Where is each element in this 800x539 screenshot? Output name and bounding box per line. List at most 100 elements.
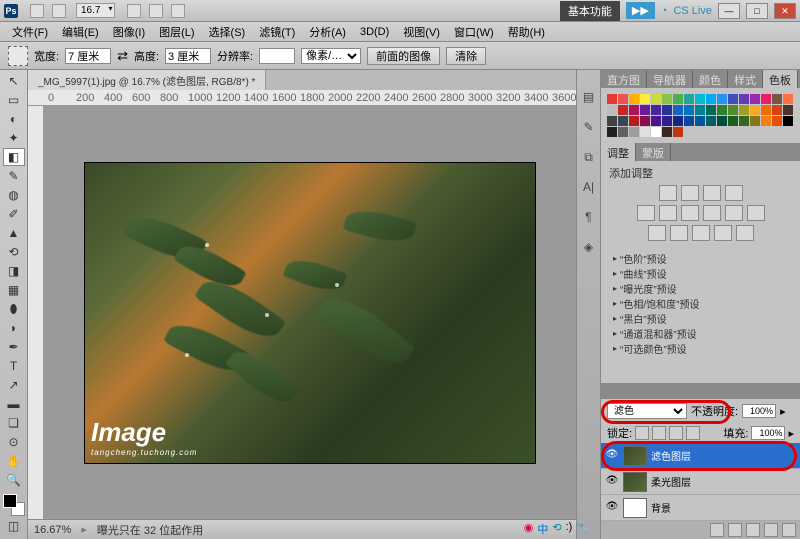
eraser-tool[interactable]: ◨ [3, 262, 25, 280]
menu-file[interactable]: 文件(F) [6, 22, 54, 42]
stamp-tool[interactable]: ▲ [3, 224, 25, 242]
swatch[interactable] [673, 116, 683, 126]
resolution-input[interactable] [259, 48, 295, 64]
trash-icon[interactable] [782, 523, 796, 537]
swatch[interactable] [651, 105, 661, 115]
mixer-icon[interactable] [747, 205, 765, 221]
swatch[interactable] [684, 94, 694, 104]
menu-view[interactable]: 视图(V) [397, 22, 446, 42]
swatch[interactable] [695, 94, 705, 104]
lock-pixel-icon[interactable] [652, 426, 666, 440]
menu-window[interactable]: 窗口(W) [448, 22, 500, 42]
visibility-icon[interactable]: 👁 [605, 449, 619, 463]
swatch[interactable] [618, 94, 628, 104]
blend-mode-select[interactable]: 滤色 [607, 403, 687, 419]
posterize-icon[interactable] [670, 225, 688, 241]
swatch[interactable] [640, 105, 650, 115]
swatch[interactable] [684, 116, 694, 126]
preset-item[interactable]: “黑白”预设 [609, 311, 792, 326]
history-brush-tool[interactable]: ⟲ [3, 243, 25, 261]
swatch[interactable] [640, 94, 650, 104]
fill-input[interactable] [751, 426, 785, 440]
minimize-button[interactable]: — [718, 3, 740, 19]
swatch[interactable] [673, 105, 683, 115]
visibility-icon[interactable]: 👁 [605, 501, 619, 515]
eyedropper-tool[interactable]: ✎ [3, 167, 25, 185]
swatch[interactable] [739, 94, 749, 104]
swatch[interactable] [750, 94, 760, 104]
vibrance-icon[interactable] [637, 205, 655, 221]
swatch[interactable] [618, 116, 628, 126]
menu-3d[interactable]: 3D(D) [354, 24, 395, 40]
swatch[interactable] [640, 116, 650, 126]
hand-icon[interactable] [127, 4, 141, 18]
tab-histogram[interactable]: 直方图 [601, 70, 647, 88]
swatch[interactable] [728, 105, 738, 115]
tab-navigator[interactable]: 导航器 [647, 70, 693, 88]
menu-help[interactable]: 帮助(H) [502, 22, 551, 42]
workspace-switch[interactable]: ▶▶ [626, 2, 655, 19]
zoom-select[interactable]: 16.7 [76, 3, 115, 18]
camera-tool[interactable]: ⊙ [3, 433, 25, 451]
clone-panel-icon[interactable]: ⧉ [581, 150, 597, 166]
bridge-icon[interactable] [30, 4, 44, 18]
histogram-icon[interactable]: ▤ [581, 90, 597, 106]
3d-tool[interactable]: ❏ [3, 414, 25, 432]
quickmask-icon[interactable]: ◫ [3, 517, 25, 535]
swatch[interactable] [662, 116, 672, 126]
swatch[interactable] [629, 127, 639, 137]
folder-icon[interactable] [746, 523, 760, 537]
exposure-icon[interactable] [725, 185, 743, 201]
status-zoom[interactable]: 16.67% [34, 524, 71, 536]
swatch[interactable] [618, 105, 628, 115]
levels-icon[interactable] [681, 185, 699, 201]
swatch[interactable] [739, 105, 749, 115]
preset-item[interactable]: “色阶”预设 [609, 251, 792, 266]
width-input[interactable] [65, 48, 111, 64]
screen-mode-icon[interactable] [171, 4, 185, 18]
marquee-tool[interactable]: ▭ [3, 91, 25, 109]
mask-icon[interactable] [728, 523, 742, 537]
menu-image[interactable]: 图像(I) [107, 22, 151, 42]
opacity-input[interactable] [742, 404, 776, 418]
gradient-tool[interactable]: ▦ [3, 281, 25, 299]
brush-tool[interactable]: ✐ [3, 205, 25, 223]
swatch[interactable] [706, 105, 716, 115]
crop-preset-icon[interactable] [8, 46, 28, 66]
curves-icon[interactable] [703, 185, 721, 201]
move-tool[interactable]: ↖ [3, 72, 25, 90]
swatch[interactable] [750, 105, 760, 115]
menu-edit[interactable]: 编辑(E) [56, 22, 105, 42]
swatch[interactable] [662, 127, 672, 137]
layer-row[interactable]: 👁背景 [601, 495, 800, 521]
lasso-tool[interactable]: ◐ [3, 110, 25, 128]
swatch[interactable] [662, 105, 672, 115]
resolution-unit[interactable]: 像素/… [301, 48, 361, 64]
menu-layer[interactable]: 图层(L) [153, 22, 200, 42]
canvas[interactable]: Image tangcheng.tuchong.com [44, 106, 576, 519]
swatch[interactable] [651, 94, 661, 104]
document-tab[interactable]: _MG_5997(1).jpg @ 16.7% (滤色图层, RGB/8*) * [28, 70, 266, 91]
blur-tool[interactable]: ⬮ [3, 300, 25, 318]
swatch[interactable] [607, 127, 617, 137]
maximize-button[interactable]: □ [746, 3, 768, 19]
preset-item[interactable]: “曲线”预设 [609, 266, 792, 281]
pen-tool[interactable]: ✒ [3, 338, 25, 356]
tab-color[interactable]: 颜色 [693, 70, 728, 88]
swatch[interactable] [706, 94, 716, 104]
swatch[interactable] [607, 116, 617, 126]
swatch[interactable] [728, 94, 738, 104]
lock-trans-icon[interactable] [635, 426, 649, 440]
swatch[interactable] [772, 105, 782, 115]
shape-tool[interactable]: ▬ [3, 395, 25, 413]
swatch[interactable] [673, 127, 683, 137]
swatch[interactable] [717, 94, 727, 104]
cslive-link[interactable]: CS Live [673, 5, 712, 17]
dodge-tool[interactable]: ◗ [3, 319, 25, 337]
visibility-icon[interactable]: 👁 [605, 475, 619, 489]
swatch[interactable] [673, 94, 683, 104]
char-panel-icon[interactable]: A| [581, 180, 597, 196]
layers-tabs[interactable] [601, 383, 800, 399]
close-button[interactable]: ✕ [774, 3, 796, 19]
selective-icon[interactable] [736, 225, 754, 241]
